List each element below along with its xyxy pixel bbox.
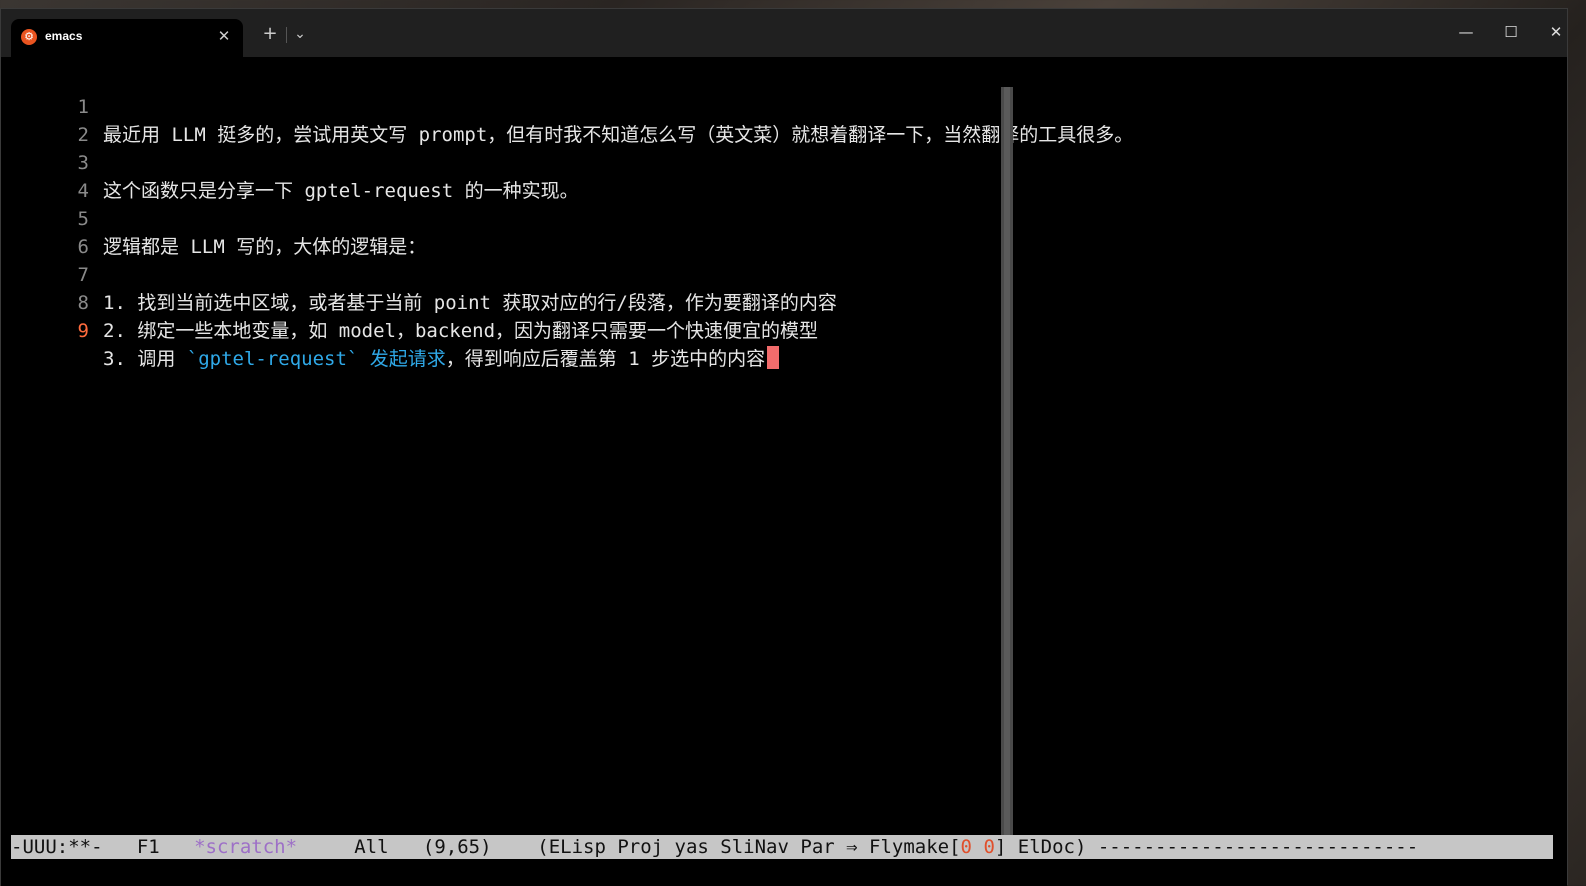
modeline-frame: F1 <box>136 836 160 858</box>
modeline-cursor-pos: (9,65) <box>422 836 492 858</box>
line-text: 逻辑都是 LLM 写的，大体的逻辑是： <box>103 236 427 258</box>
maximize-button[interactable]: ☐ <box>1496 19 1526 45</box>
modeline-modes-suffix[interactable]: ] ElDoc) <box>995 836 1087 858</box>
code-span: `gptel-request` 发起请求 <box>186 348 446 370</box>
new-tab-button[interactable]: + <box>257 23 283 45</box>
line-prefix: 3. 调用 <box>103 348 187 370</box>
buffer-line: 8 2. 绑定一些本地变量，如 model，backend，因为翻译只需要一个快… <box>1 261 818 342</box>
editor-buffer[interactable]: 1 最近用 LLM 挺多的，尝试用英文写 prompt，但有时我不知道怎么写（英… <box>1 57 1567 837</box>
buffer-line: 6 <box>1 205 89 258</box>
line-text: 这个函数只是分享一下 gptel-request 的一种实现。 <box>103 180 579 202</box>
minimize-button[interactable]: — <box>1451 19 1481 45</box>
line-text: 最近用 LLM 挺多的，尝试用英文写 prompt，但有时我不知道怎么写（英文菜… <box>103 124 1134 146</box>
line-suffix: ，得到响应后覆盖第 1 步选中的内容 <box>445 348 766 370</box>
current-line-number: 9 <box>77 320 89 342</box>
modeline-status: -UUU:**- <box>11 836 103 858</box>
buffer-line: 1 最近用 LLM 挺多的，尝试用英文写 prompt，但有时我不知道怎么写（英… <box>1 65 1134 146</box>
buffer-line: 5 逻辑都是 LLM 写的，大体的逻辑是： <box>1 177 427 258</box>
titlebar: ⚙ emacs ✕ + ⌄ — ☐ ✕ <box>1 9 1567 57</box>
buffer-line: 4 <box>1 149 89 202</box>
mode-line: -UUU:**- F1 *scratch* All (9,65) (ELisp … <box>11 835 1553 859</box>
buffer-line: 2 <box>1 93 89 146</box>
modeline-modes[interactable]: (ELisp Proj yas SliNav Par ⇒ Flymake[ <box>537 836 960 858</box>
window-divider-scrollbar[interactable] <box>1001 87 1013 837</box>
text-cursor <box>767 346 780 369</box>
close-tab-icon[interactable]: ✕ <box>213 25 235 47</box>
close-window-button[interactable]: ✕ <box>1541 19 1571 45</box>
chevron-down-icon[interactable]: ⌄ <box>287 23 313 45</box>
line-text: 3. 调用 `gptel-request` 发起请求，得到响应后覆盖第 1 步选… <box>103 345 780 373</box>
scrollbar-thumb[interactable] <box>1004 87 1010 837</box>
minibuffer[interactable] <box>1 859 1567 886</box>
modeline-tail: ---------------------------- <box>1097 836 1419 858</box>
ubuntu-icon: ⚙ <box>21 29 37 45</box>
flymake-errors[interactable]: 0 <box>961 836 972 858</box>
buffer-line: 7 1. 找到当前选中区域，或者基于当前 point 获取对应的行/段落，作为要… <box>1 233 837 314</box>
modeline-buffer-name[interactable]: *scratch* <box>194 836 297 858</box>
buffer-line: 3 这个函数只是分享一下 gptel-request 的一种实现。 <box>1 121 579 202</box>
modeline-position: All <box>354 836 389 858</box>
tab-title: emacs <box>45 29 83 43</box>
tab-emacs[interactable]: ⚙ emacs ✕ <box>11 19 243 57</box>
line-text: 1. 找到当前选中区域，或者基于当前 point 获取对应的行/段落，作为要翻译… <box>103 292 837 314</box>
terminal-window: ⚙ emacs ✕ + ⌄ — ☐ ✕ 1 最近用 LLM 挺多的，尝试用英文写… <box>0 8 1568 886</box>
buffer-line-current: 9 3. 调用 `gptel-request` 发起请求，得到响应后覆盖第 1 … <box>1 289 780 370</box>
line-text: 2. 绑定一些本地变量，如 model，backend，因为翻译只需要一个快速便… <box>103 320 819 342</box>
flymake-warnings[interactable]: 0 <box>983 836 994 858</box>
